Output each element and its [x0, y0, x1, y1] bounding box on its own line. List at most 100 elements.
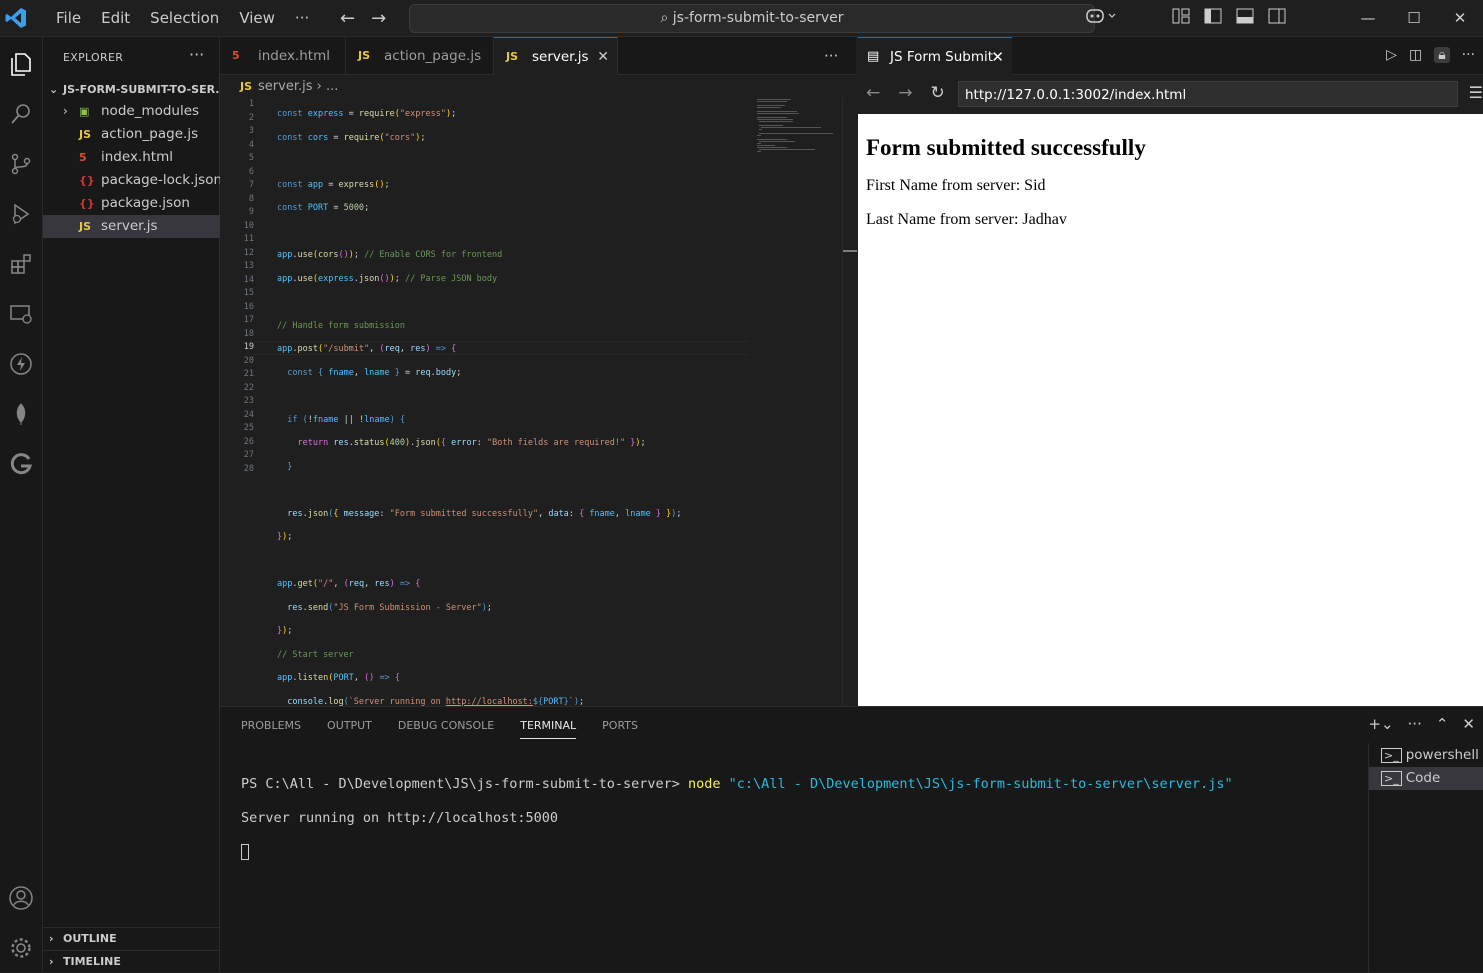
line-number: 1: [248, 99, 254, 109]
menu-edit[interactable]: Edit: [91, 9, 140, 27]
line-number: 10: [243, 220, 254, 231]
menu-more[interactable]: ···: [285, 9, 319, 27]
close-panel-icon[interactable]: ✕: [1462, 715, 1475, 733]
editor-more-icon[interactable]: ···: [824, 47, 838, 65]
tab-terminal[interactable]: TERMINAL: [520, 719, 577, 739]
more-actions-icon[interactable]: ···: [1408, 715, 1422, 733]
browser-nav: ← → ↻: [866, 83, 945, 103]
project-folder[interactable]: ⌄ JS-FORM-SUBMIT-TO-SER...: [43, 80, 220, 100]
line-number: 17: [243, 315, 254, 325]
browser-address-bar: ← → ↻ http://127.0.0.1:3002/index.html ☰: [858, 75, 1483, 114]
back-arrow-icon[interactable]: ←: [866, 83, 880, 103]
line-number: 14: [243, 274, 254, 285]
explorer-title: EXPLORER: [63, 51, 124, 64]
tree-item-package-json[interactable]: {} package.json: [43, 192, 220, 215]
remote-explorer-icon[interactable]: [5, 298, 37, 330]
toggle-panel-icon[interactable]: [1235, 7, 1255, 25]
tab-debug-console[interactable]: DEBUG CONSOLE: [398, 719, 494, 739]
terminal-item-powershell[interactable]: >_ powershell: [1369, 744, 1483, 767]
more-actions-icon[interactable]: ···: [189, 45, 204, 64]
command-center[interactable]: ⌕ js-form-submit-to-server: [409, 4, 1095, 33]
code-editor[interactable]: 1 2 3 4 5 6 7 8 9 10 11 12 13 14 15 16 17 18 19 20 21 22 23 24 2…: [220, 98, 857, 730]
tree-item-server-js[interactable]: JS server.js: [43, 215, 220, 238]
outline-section[interactable]: › OUTLINE: [43, 927, 220, 950]
tree-item-node-modules[interactable]: › ▣ node_modules: [43, 100, 220, 123]
terminal-item-label: powershell: [1405, 747, 1479, 763]
tab-browser-preview[interactable]: ▤ JS Form Submit ✕: [858, 37, 1012, 75]
tab-output[interactable]: OUTPUT: [327, 719, 372, 739]
run-debug-icon[interactable]: [5, 198, 37, 230]
menu-icon[interactable]: ☰: [1469, 83, 1483, 102]
html-file-icon: 5: [232, 49, 240, 62]
menu-view[interactable]: View: [229, 9, 285, 27]
breadcrumb-file[interactable]: server.js: [258, 79, 312, 94]
js-file-icon: JS: [240, 80, 253, 93]
line-number: 7: [248, 180, 254, 190]
timeline-label: TIMELINE: [63, 955, 121, 968]
terminal-item-code[interactable]: >_ Code: [1369, 767, 1483, 790]
minimize-icon[interactable]: —: [1345, 0, 1391, 36]
search-icon[interactable]: [5, 98, 37, 130]
copilot-icon[interactable]: [1085, 7, 1119, 25]
line-number: 18: [243, 328, 254, 339]
browser-page: Form submitted successfully First Name f…: [858, 114, 1483, 706]
toggle-sidebar-icon[interactable]: [1203, 7, 1223, 25]
menu-bar: File Edit Selection View ···: [46, 9, 319, 27]
editor-tabs: 5 index.html JS action_page.js JS server.js…: [220, 37, 856, 75]
mongodb-leaf-icon[interactable]: [5, 398, 37, 430]
js-file-icon: JS: [79, 220, 92, 233]
menu-selection[interactable]: Selection: [140, 9, 229, 27]
tab-problems[interactable]: PROBLEMS: [241, 719, 301, 739]
toggle-secondary-sidebar-icon[interactable]: [1267, 7, 1287, 25]
tree-item-action-page[interactable]: JS action_page.js: [43, 123, 220, 146]
extensions-icon[interactable]: [5, 248, 37, 280]
forward-arrow-icon[interactable]: →: [371, 8, 386, 29]
split-editor-icon[interactable]: ◫: [1409, 47, 1422, 63]
close-tab-icon[interactable]: ✕: [597, 38, 609, 76]
back-arrow-icon[interactable]: ←: [340, 8, 355, 29]
terminal-icon: >_: [1381, 771, 1402, 786]
gear-icon[interactable]: [5, 932, 37, 964]
tab-action-page[interactable]: JS action_page.js: [346, 37, 494, 75]
tree-item-label: node_modules: [101, 103, 200, 119]
explorer-icon[interactable]: [5, 48, 37, 80]
url-input[interactable]: http://127.0.0.1:3002/index.html: [958, 81, 1458, 107]
browser-tab-bar: ▤ JS Form Submit ✕ ▷ ◫ 🔒︎ ···: [858, 37, 1483, 75]
source-control-icon[interactable]: [5, 148, 37, 180]
breadcrumb-symbol[interactable]: ...: [326, 79, 338, 94]
tree-item-index-html[interactable]: 5 index.html: [43, 146, 220, 169]
menu-file[interactable]: File: [46, 9, 91, 27]
line-number: 27: [243, 450, 254, 460]
gitlens-icon[interactable]: [5, 448, 37, 480]
line-number: 19: [243, 342, 254, 352]
customize-layout-icon[interactable]: [1171, 7, 1191, 25]
accounts-icon[interactable]: [5, 882, 37, 914]
bottom-panel: PROBLEMS OUTPUT DEBUG CONSOLE TERMINAL P…: [220, 706, 1483, 973]
tab-label: server.js: [532, 49, 589, 65]
explorer-sidebar: EXPLORER ··· ⌄ JS-FORM-SUBMIT-TO-SER... ›…: [43, 37, 222, 973]
thunder-client-icon[interactable]: [5, 348, 37, 380]
close-tab-icon[interactable]: ✕: [991, 38, 1004, 76]
minimap[interactable]: [757, 98, 841, 158]
lock-icon[interactable]: 🔒︎: [1434, 47, 1450, 63]
terminal-output[interactable]: PS C:\All - D\Development\JS\js-form-sub…: [241, 759, 1233, 893]
editor-scrollbar[interactable]: [842, 98, 857, 706]
close-icon[interactable]: ✕: [1437, 0, 1483, 36]
maximize-panel-icon[interactable]: ⌃: [1436, 715, 1449, 733]
run-icon[interactable]: ▷: [1386, 47, 1397, 63]
code-content[interactable]: const express = require("express"); cons…: [277, 98, 682, 776]
tab-index-html[interactable]: 5 index.html: [220, 37, 346, 75]
reload-icon[interactable]: ↻: [931, 83, 945, 103]
tree-item-package-lock[interactable]: {} package-lock.json: [43, 169, 222, 192]
timeline-section[interactable]: › TIMELINE: [43, 950, 220, 973]
json-file-icon: {}: [79, 197, 95, 210]
new-terminal-icon[interactable]: +⌄: [1368, 715, 1393, 733]
browser-icon: ▤: [867, 49, 880, 64]
forward-arrow-icon[interactable]: →: [898, 83, 912, 103]
tab-ports[interactable]: PORTS: [602, 719, 638, 739]
more-actions-icon[interactable]: ···: [1462, 47, 1475, 63]
activity-bar: [0, 37, 43, 972]
tab-server-js[interactable]: JS server.js ✕: [494, 37, 618, 75]
chevron-right-icon: ›: [63, 104, 68, 118]
maximize-icon[interactable]: ☐: [1391, 0, 1437, 36]
